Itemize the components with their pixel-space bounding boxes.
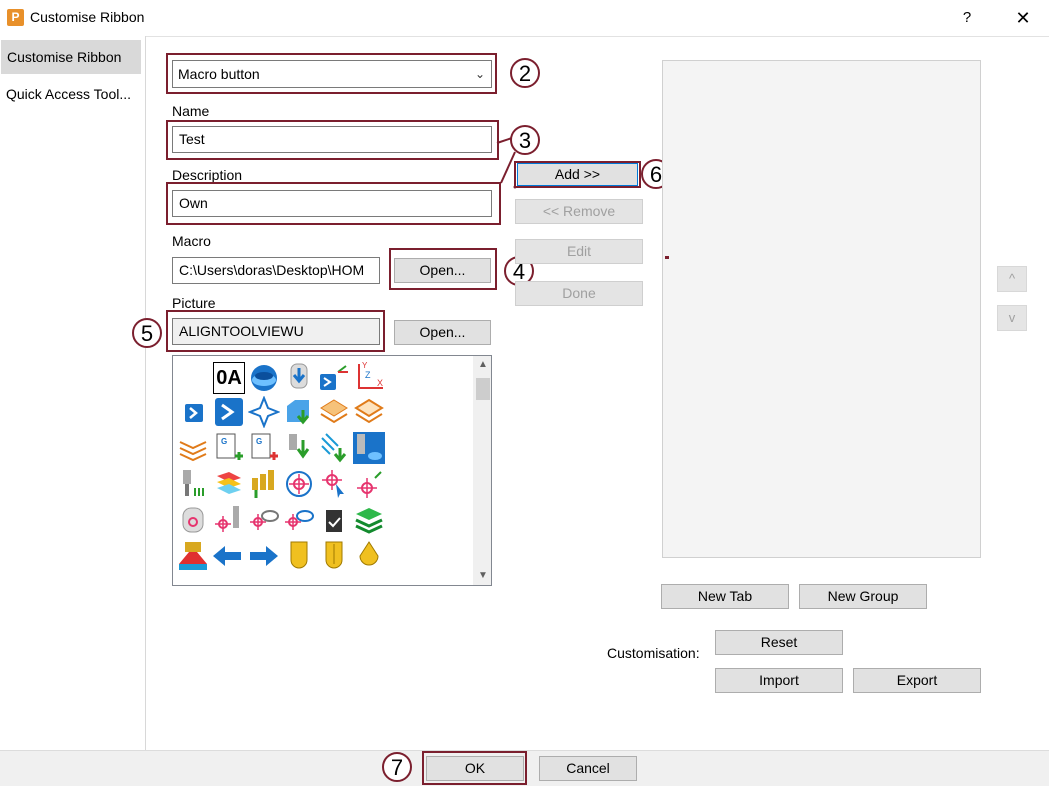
window-title: Customise Ribbon <box>30 9 145 25</box>
scroll-down-icon[interactable]: ▼ <box>474 567 491 585</box>
cylinder-target-icon[interactable] <box>177 504 209 536</box>
scroll-thumb[interactable] <box>476 378 490 400</box>
tool-down-icon[interactable] <box>283 432 315 464</box>
macro-path-field[interactable]: C:\Users\doras\Desktop\HOM <box>172 257 380 284</box>
cylinder-down-arrow-icon[interactable] <box>283 360 315 392</box>
svg-text:G: G <box>256 437 262 446</box>
done-button[interactable]: Done <box>515 281 643 306</box>
close-button[interactable]: ✕ <box>1010 6 1036 30</box>
picture-open-button[interactable]: Open... <box>394 320 491 345</box>
probe-check-icon[interactable] <box>318 504 350 536</box>
svg-text:Z: Z <box>365 370 371 380</box>
macro-large-icon[interactable] <box>213 396 245 428</box>
chevron-down-icon: ⌄ <box>474 67 485 81</box>
target-tool-icon[interactable] <box>213 504 245 536</box>
text-0a-icon[interactable]: 0A <box>213 362 245 394</box>
gcode-add-green-icon[interactable]: G <box>213 432 245 464</box>
ribbon-tree-list[interactable] <box>662 60 981 558</box>
tree-marker <box>665 256 669 259</box>
picture-label: Picture <box>172 295 216 311</box>
svg-text:Y: Y <box>362 361 368 370</box>
machine-red-icon[interactable] <box>177 540 209 572</box>
ball-tool-alt-icon[interactable] <box>318 540 350 572</box>
callout-3: 3 <box>510 125 540 155</box>
move-down-button[interactable]: v <box>997 305 1027 331</box>
new-tab-button[interactable]: New Tab <box>661 584 789 609</box>
name-field[interactable]: Test <box>172 126 492 153</box>
picture-name-field[interactable]: ALIGNTOOLVIEWU <box>172 318 380 345</box>
content-divider <box>146 36 1049 37</box>
block-download-icon[interactable] <box>283 396 315 428</box>
export-button[interactable]: Export <box>853 668 981 693</box>
edit-button[interactable]: Edit <box>515 239 643 264</box>
description-field[interactable]: Own <box>172 190 492 217</box>
button-type-select[interactable]: Macro button ⌄ <box>172 60 492 88</box>
target-cursor-icon[interactable] <box>318 468 350 500</box>
sidebar-item-customise-ribbon[interactable]: Customise Ribbon <box>1 40 141 74</box>
swirl-globe-icon[interactable] <box>248 362 280 394</box>
help-button[interactable]: ? <box>958 6 976 30</box>
tool-holder-green-icon[interactable] <box>177 468 209 500</box>
gold-tools-down-icon[interactable] <box>248 468 280 500</box>
gallery-scrollbar[interactable]: ▲ ▼ <box>473 356 491 585</box>
svg-text:G: G <box>221 437 227 446</box>
stacked-sheets-icon[interactable] <box>177 432 209 464</box>
arrow-left-icon[interactable] <box>211 540 243 572</box>
customisation-label: Customisation: <box>607 645 700 661</box>
toolpath-down-icon[interactable] <box>318 432 350 464</box>
add-button[interactable]: Add >> <box>517 163 638 186</box>
layers-orange-icon[interactable] <box>318 396 350 428</box>
sidebar-item-quick-access-toolbar[interactable]: Quick Access Tool... <box>0 77 146 111</box>
callout-5: 5 <box>132 318 162 348</box>
sidebar: Customise Ribbon Quick Access Tool... <box>0 36 146 750</box>
reset-button[interactable]: Reset <box>715 630 843 655</box>
button-type-value: Macro button <box>178 66 260 82</box>
callout-2: 2 <box>510 58 540 88</box>
footer-bar <box>0 750 1049 786</box>
target-move-icon[interactable] <box>353 468 385 500</box>
new-group-button[interactable]: New Group <box>799 584 927 609</box>
import-button[interactable]: Import <box>715 668 843 693</box>
macro-label: Macro <box>172 233 211 249</box>
name-label: Name <box>172 103 210 119</box>
gcode-add-red-icon[interactable]: G <box>248 432 280 464</box>
ok-button[interactable]: OK <box>426 756 524 781</box>
arrow-right-icon[interactable] <box>248 540 280 572</box>
target-eye-icon[interactable] <box>248 504 280 536</box>
callout-7: 7 <box>382 752 412 782</box>
drop-tool-icon[interactable] <box>353 540 385 572</box>
remove-button[interactable]: << Remove <box>515 199 643 224</box>
app-logo-icon: P <box>7 9 24 26</box>
target-refresh-icon[interactable] <box>283 468 315 500</box>
tool-view-icon[interactable] <box>353 432 385 464</box>
macro-open-button[interactable]: Open... <box>394 258 491 283</box>
xyz-axis-icon[interactable]: ZXY <box>353 360 385 392</box>
macro-axis-icon[interactable] <box>318 360 350 392</box>
move-up-button[interactable]: ^ <box>997 266 1027 292</box>
color-layers-icon[interactable] <box>213 468 245 500</box>
macro-small-icon[interactable] <box>179 396 211 428</box>
ball-tool-icon[interactable] <box>283 540 315 572</box>
green-stack-icon[interactable] <box>353 504 385 536</box>
icon-gallery[interactable]: 0A ZXY G G ▲ ▼ <box>172 355 492 586</box>
layers-outline-icon[interactable] <box>353 396 385 428</box>
svg-text:X: X <box>377 378 383 388</box>
cancel-button[interactable]: Cancel <box>539 756 637 781</box>
star-cursor-icon[interactable] <box>248 396 280 428</box>
title-bar: P Customise Ribbon ? ✕ <box>0 0 1049 36</box>
scroll-up-icon[interactable]: ▲ <box>474 356 491 374</box>
target-eye-blue-icon[interactable] <box>283 504 315 536</box>
description-label: Description <box>172 167 243 183</box>
